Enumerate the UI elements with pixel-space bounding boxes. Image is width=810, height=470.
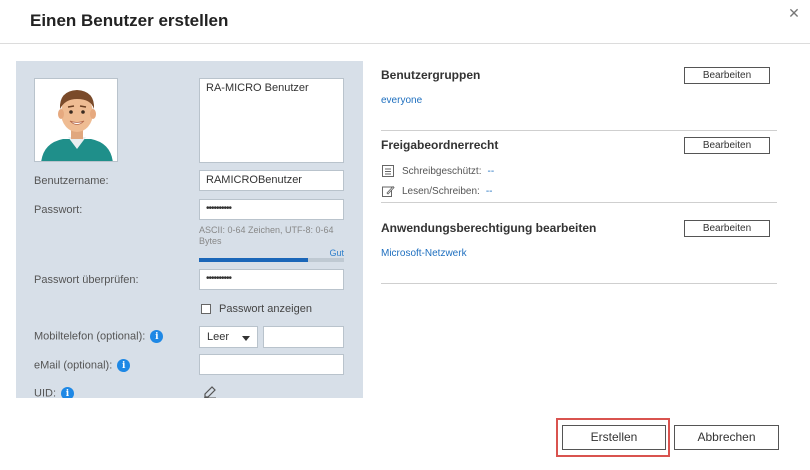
email-label: eMail (optional): bbox=[34, 359, 113, 372]
confirm-password-input[interactable]: •••••••••• bbox=[199, 269, 344, 290]
readwrite-row: Lesen/Schreiben: -- bbox=[381, 184, 493, 198]
show-password-toggle[interactable]: Passwort anzeigen bbox=[201, 303, 312, 315]
password-strength-fill bbox=[199, 258, 308, 262]
groups-title: Benutzergruppen bbox=[381, 68, 481, 82]
apps-edit-button[interactable]: Bearbeiten bbox=[684, 220, 770, 237]
mobile-country-select[interactable]: Leer bbox=[199, 326, 258, 348]
confirm-password-label: Passwort überprüfen: bbox=[34, 274, 139, 286]
uid-label-row: UID: i bbox=[34, 387, 74, 398]
readwrite-label: Lesen/Schreiben: bbox=[402, 185, 480, 197]
document-lines-icon bbox=[382, 165, 394, 177]
pencil-document-icon bbox=[382, 185, 395, 197]
mobile-label: Mobiltelefon (optional): bbox=[34, 330, 146, 343]
apps-section: Anwendungsberechtigung bearbeiten Bearbe… bbox=[381, 219, 777, 263]
password-label: Passwort: bbox=[34, 204, 83, 216]
create-button[interactable]: Erstellen bbox=[562, 425, 666, 450]
apps-title: Anwendungsberechtigung bearbeiten bbox=[381, 221, 597, 235]
groups-section: Benutzergruppen Bearbeiten everyone bbox=[381, 66, 777, 106]
username-input[interactable]: RAMICROBenutzer bbox=[199, 170, 344, 191]
password-hint: ASCII: 0-64 Zeichen, UTF-8: 0-64 Bytes bbox=[199, 225, 334, 246]
password-strength-label: Gut bbox=[329, 248, 344, 258]
app-item[interactable]: Microsoft-Netzwerk bbox=[381, 248, 467, 259]
section-divider bbox=[381, 202, 777, 203]
info-icon[interactable]: i bbox=[117, 359, 131, 372]
groups-edit-button[interactable]: Bearbeiten bbox=[684, 67, 770, 84]
share-title: Freigabeordnerrecht bbox=[381, 138, 499, 152]
email-input[interactable] bbox=[199, 354, 344, 375]
username-label: Benutzername: bbox=[34, 175, 109, 187]
readonly-row: Schreibgeschützt: -- bbox=[381, 164, 494, 178]
section-divider bbox=[381, 283, 777, 284]
pencil-edit-icon[interactable] bbox=[203, 385, 217, 398]
info-icon[interactable]: i bbox=[150, 330, 164, 343]
user-form-panel: RA-MICRO Benutzer Benutzername: RAMICROB… bbox=[16, 61, 363, 398]
close-icon[interactable]: ✕ bbox=[786, 5, 802, 21]
readonly-value: -- bbox=[487, 165, 495, 177]
show-password-checkbox[interactable] bbox=[201, 304, 211, 314]
share-section: Freigabeordnerrecht Bearbeiten bbox=[381, 136, 777, 156]
show-password-label: Passwort anzeigen bbox=[219, 303, 312, 315]
mobile-input[interactable] bbox=[263, 326, 344, 348]
password-input[interactable]: •••••••••• bbox=[199, 199, 344, 220]
avatar-image bbox=[35, 79, 117, 161]
mobile-select-value: Leer bbox=[207, 331, 230, 343]
section-divider bbox=[381, 130, 777, 131]
dialog-title: Einen Benutzer erstellen bbox=[30, 11, 229, 30]
user-avatar bbox=[34, 78, 118, 162]
description-field[interactable]: RA-MICRO Benutzer bbox=[199, 78, 344, 163]
readwrite-value: -- bbox=[485, 185, 493, 197]
password-strength-bar bbox=[199, 258, 344, 262]
group-item[interactable]: everyone bbox=[381, 95, 422, 106]
email-label-row: eMail (optional): i bbox=[34, 359, 131, 372]
dialog-titlebar: Einen Benutzer erstellen ✕ bbox=[0, 0, 810, 44]
chevron-down-icon bbox=[242, 336, 250, 341]
info-icon[interactable]: i bbox=[61, 387, 74, 398]
uid-label: UID: bbox=[34, 387, 56, 398]
mobile-label-row: Mobiltelefon (optional): i bbox=[34, 330, 164, 343]
cancel-button[interactable]: Abbrechen bbox=[674, 425, 779, 450]
readonly-label: Schreibgeschützt: bbox=[402, 165, 482, 177]
share-edit-button[interactable]: Bearbeiten bbox=[684, 137, 770, 154]
